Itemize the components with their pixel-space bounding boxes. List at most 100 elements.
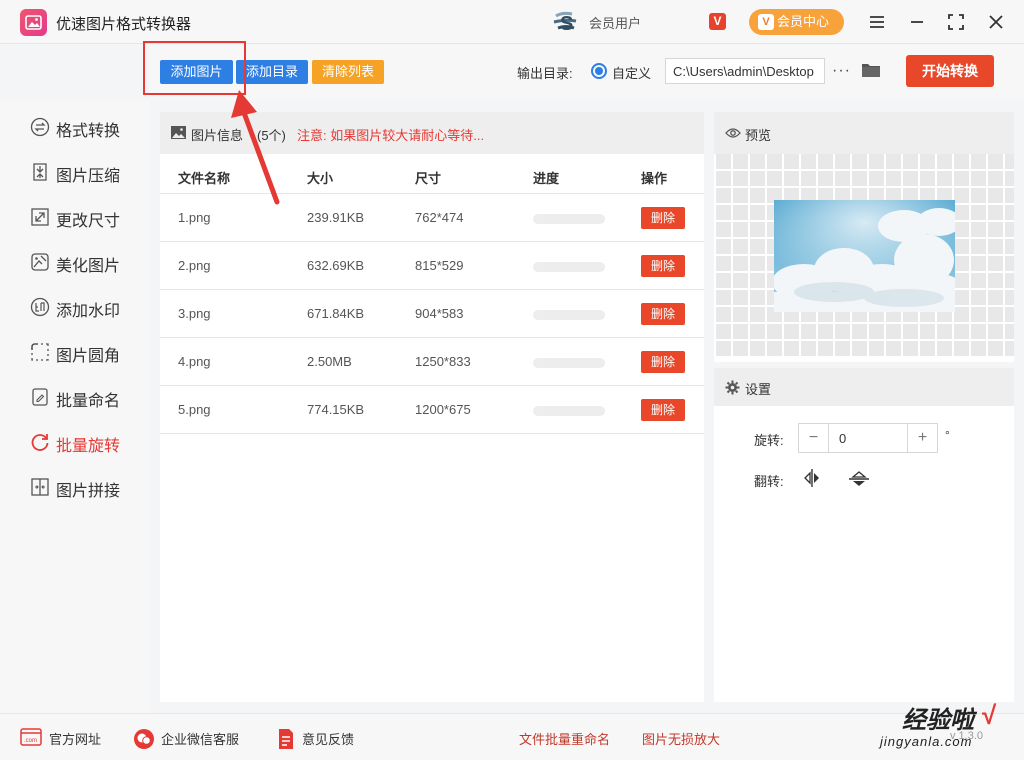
wechat-icon (133, 728, 155, 753)
preview-panel: 预览 (714, 112, 1014, 362)
flip-horizontal-icon[interactable] (803, 468, 821, 488)
annotation-arrow (231, 90, 280, 205)
file-size: 671.84KB (307, 306, 365, 321)
degree-symbol: ° (945, 428, 950, 442)
file-name: 1.png (178, 210, 211, 225)
svg-text:.com: .com (24, 738, 37, 744)
browse-more-button[interactable]: ··· (832, 62, 851, 80)
output-dir-label: 输出目录: (517, 66, 573, 81)
menu-icon[interactable] (865, 10, 889, 34)
feedback-link[interactable]: 意见反馈 (277, 728, 367, 749)
file-dims: 762*474 (415, 210, 464, 225)
table-row[interactable]: 2.png 632.69KB 815*529 删除 (160, 242, 704, 290)
settings-header: 设置 (714, 368, 1014, 406)
file-size: 2.50MB (307, 354, 352, 369)
watermark-title: 经验啦 (902, 705, 974, 734)
footer: .com 官方网址 企业微信客服 意见反馈 文件批量重命名 图片无损放大 v 1… (0, 713, 1024, 760)
sidebar-item-label: 批量旋转 (56, 438, 121, 455)
folder-icon[interactable] (861, 61, 881, 79)
batch-rename-link[interactable]: 文件批量重命名 (519, 729, 610, 748)
progress-bar (533, 214, 605, 224)
sidebar-item-round-corner[interactable]: 图片圆角 (30, 340, 145, 365)
preview-header: 预览 (714, 112, 1014, 154)
file-size: 239.91KB (307, 210, 365, 225)
image-icon (171, 126, 186, 139)
app-logo-icon (20, 9, 47, 36)
column-header-progress: 进度 (533, 171, 560, 186)
flip-vertical-icon[interactable] (848, 470, 870, 488)
delete-button[interactable]: 删除 (641, 399, 685, 421)
beautify-icon (30, 252, 50, 272)
sidebar-item-stitch[interactable]: 图片拼接 (30, 475, 145, 500)
file-dims: 815*529 (415, 258, 464, 273)
column-header-actions: 操作 (641, 171, 668, 186)
gear-icon (725, 380, 740, 395)
watermark-url: jingyanla.com (880, 734, 973, 749)
rotate-value[interactable]: 0 (839, 431, 846, 446)
minimize-icon[interactable] (905, 10, 929, 34)
clear-list-button[interactable]: 清除列表 (312, 60, 384, 84)
sidebar-item-format-convert[interactable]: 格式转换 (30, 115, 145, 140)
lossless-enlarge-link[interactable]: 图片无损放大 (642, 729, 720, 748)
delete-button[interactable]: 删除 (641, 351, 685, 373)
rotate-decrease-button[interactable]: − (799, 424, 829, 452)
feedback-label: 意见反馈 (302, 732, 355, 747)
sidebar-item-compress[interactable]: 图片压缩 (30, 160, 145, 185)
maximize-icon[interactable] (944, 10, 968, 34)
sidebar-item-label: 美化图片 (56, 258, 121, 275)
output-path-input[interactable] (665, 58, 825, 84)
sidebar-item-watermark[interactable]: 添加水印 (30, 295, 145, 320)
sidebar-item-label: 添加水印 (56, 303, 121, 320)
custom-output-radio[interactable] (591, 63, 607, 79)
file-notice: 注意: 如果图片较大请耐心等待... (297, 128, 485, 143)
watermark-check: √ (982, 700, 997, 730)
app-title: 优速图片格式转换器 (56, 16, 192, 33)
user-avatar-icon[interactable]: S (552, 10, 582, 35)
user-name: 会员用户 (589, 16, 642, 31)
sidebar-item-rename[interactable]: 批量命名 (30, 385, 145, 410)
sidebar-item-beautify[interactable]: 美化图片 (30, 250, 145, 275)
svg-text:S: S (560, 13, 573, 34)
start-convert-button[interactable]: 开始转换 (906, 55, 994, 87)
title-bar: 优速图片格式转换器 S 会员用户 V V 会员中心 (0, 0, 1024, 44)
delete-button[interactable]: 删除 (641, 255, 685, 277)
rotate-stepper[interactable]: − 0 + (798, 423, 938, 453)
sidebar-item-label: 格式转换 (56, 123, 121, 140)
vip-badge: V (709, 13, 726, 30)
sidebar-item-resize[interactable]: 更改尺寸 (30, 205, 145, 230)
website-icon: .com (20, 728, 42, 749)
close-icon[interactable] (984, 10, 1008, 34)
custom-output-label: 自定义 (612, 66, 652, 81)
eye-icon (725, 127, 741, 139)
file-dims: 904*583 (415, 306, 464, 321)
table-row[interactable]: 3.png 671.84KB 904*583 删除 (160, 290, 704, 338)
wechat-service-link[interactable]: 企业微信客服 (133, 728, 253, 749)
delete-button[interactable]: 删除 (641, 303, 685, 325)
site-watermark: 经验啦 √ jingyanla.com (872, 700, 1012, 756)
progress-bar (533, 406, 605, 416)
sidebar-item-label: 更改尺寸 (56, 213, 121, 230)
file-name: 3.png (178, 306, 211, 321)
table-row[interactable]: 5.png 774.15KB 1200*675 删除 (160, 386, 704, 434)
sidebar-item-rotate[interactable]: 批量旋转 (30, 430, 145, 455)
official-site-link[interactable]: .com 官方网址 (20, 728, 110, 748)
rotate-increase-button[interactable]: + (907, 424, 937, 452)
rotate-icon (30, 432, 50, 452)
file-name: 5.png (178, 402, 211, 417)
format-convert-icon (30, 117, 50, 137)
file-size: 632.69KB (307, 258, 365, 273)
resize-icon (30, 207, 50, 227)
vip-crown-icon: V (758, 14, 774, 30)
table-row[interactable]: 4.png 2.50MB 1250*833 删除 (160, 338, 704, 386)
delete-button[interactable]: 删除 (641, 207, 685, 229)
add-directory-button[interactable]: 添加目录 (236, 60, 308, 84)
compress-icon (30, 162, 50, 182)
watermark-icon (30, 297, 50, 317)
stitch-icon (30, 477, 50, 497)
sidebar: 格式转换 图片压缩 更改尺寸 美化图片 添加水印 图片圆角 批量命名 批量旋转 … (0, 100, 150, 713)
member-center-button[interactable]: V 会员中心 (749, 9, 844, 35)
flip-label: 翻转: (754, 474, 784, 489)
settings-title: 设置 (745, 382, 772, 397)
sidebar-item-label: 图片圆角 (56, 348, 121, 365)
official-site-label: 官方网址 (49, 732, 102, 747)
